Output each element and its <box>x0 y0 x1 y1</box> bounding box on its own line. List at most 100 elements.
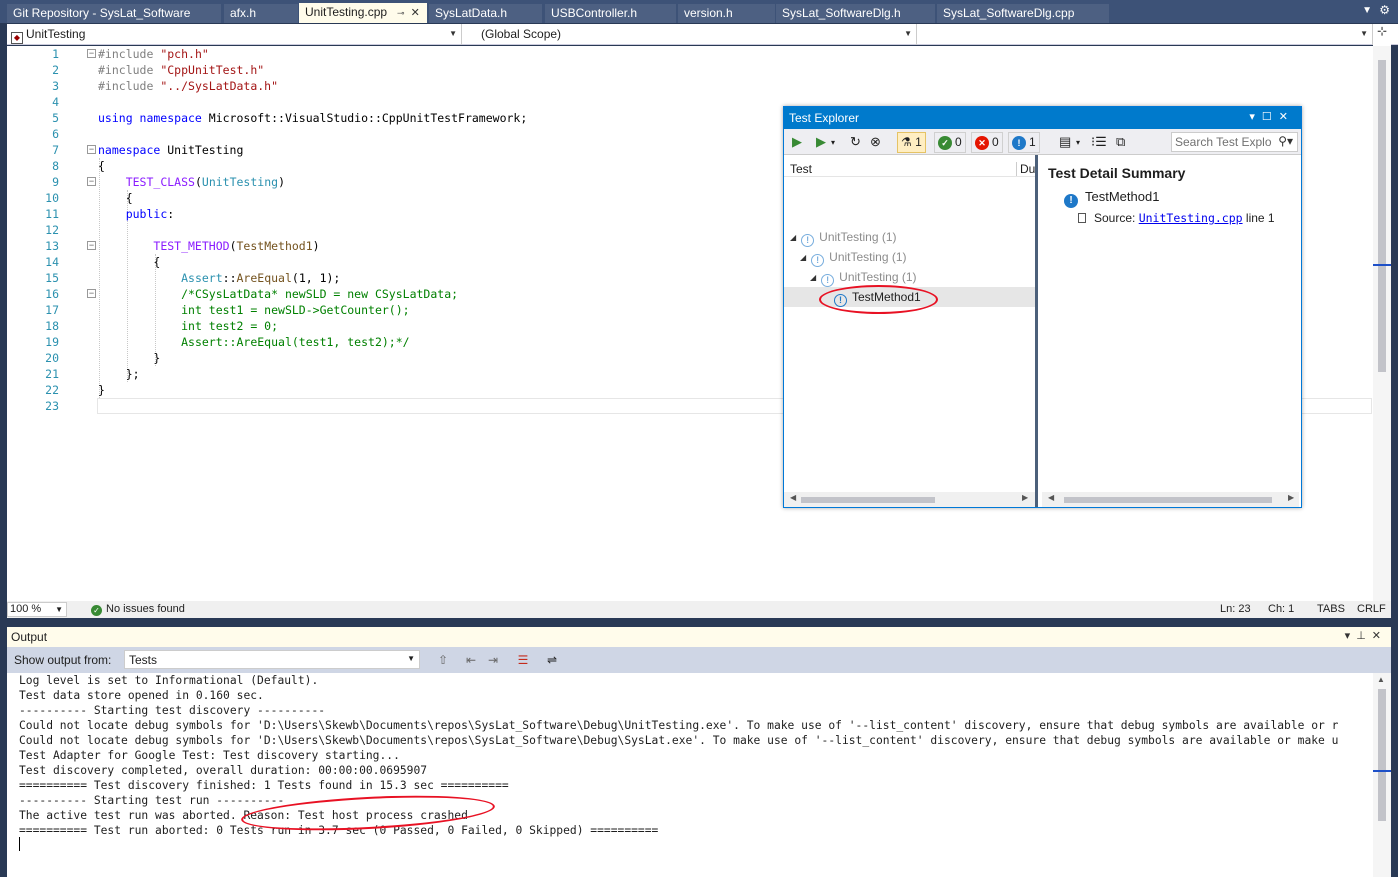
collapse-icon[interactable]: − <box>87 145 96 154</box>
output-vertical-scrollbar[interactable]: ▲ <box>1373 673 1391 877</box>
expand-triangle-icon[interactable]: ◢ <box>800 253 806 262</box>
zoom-dropdown[interactable]: 100 % ▼ <box>7 602 67 617</box>
tab-list-dropdown-icon[interactable]: ▼ <box>1362 5 1372 16</box>
code-line: public: <box>125 207 175 221</box>
playlist-icon[interactable]: ▤ <box>1059 134 1071 150</box>
next-message-icon[interactable]: ⇥ <box>485 652 501 668</box>
line-number: 9 <box>52 175 59 189</box>
expand-triangle-icon[interactable]: ◢ <box>790 233 796 242</box>
repeat-last-run-icon[interactable]: ↻ <box>850 134 861 150</box>
column-indicator[interactable]: Ch: 1 <box>1268 603 1294 615</box>
caret-position-marker <box>1373 264 1391 266</box>
expand-triangle-icon[interactable]: ◢ <box>810 273 816 282</box>
output-line: Log level is set to Informational (Defau… <box>19 674 319 687</box>
output-toolbar: Show output from: Tests ▼ ⇧ ⇤ ⇥ ☰ ⇌ <box>7 647 1391 673</box>
detail-horizontal-scrollbar[interactable]: ◀ ▶ <box>1042 492 1299 507</box>
tab-afx-h[interactable]: afx.h <box>224 4 298 23</box>
collapse-icon[interactable]: − <box>87 177 96 186</box>
line-number: 10 <box>45 191 59 205</box>
panel-dropdown-icon[interactable]: ▾ <box>1345 630 1357 642</box>
test-explorer-titlebar[interactable]: Test Explorer ▾☐✕ <box>784 107 1301 129</box>
line-number: 16 <box>45 287 59 301</box>
tree-label: UnitTesting (1) <box>829 250 907 264</box>
tree-node-class[interactable]: ◢! UnitTesting (1) <box>810 267 917 287</box>
run-icon[interactable]: ▶ <box>816 134 826 150</box>
test-detail-source: Source: UnitTesting.cpp line 1 <box>1078 211 1275 225</box>
tab-unittesting-cpp[interactable]: UnitTesting.cpp ⊸ ✕ <box>299 3 427 23</box>
output-text-area[interactable]: Log level is set to Informational (Defau… <box>7 673 1373 877</box>
scrollbar-thumb[interactable] <box>1064 497 1272 503</box>
total-tests-filter[interactable]: ⚗ 1 <box>897 132 926 153</box>
output-line: ========== Test discovery finished: 1 Te… <box>19 779 509 792</box>
tab-label: SysLatData.h <box>435 6 508 20</box>
line-number: 20 <box>45 351 59 365</box>
source-file-link[interactable]: UnitTesting.cpp <box>1139 211 1243 225</box>
word-wrap-icon[interactable]: ⇌ <box>544 652 560 668</box>
show-output-from-label: Show output from: <box>14 653 112 667</box>
run-all-icon[interactable]: ▶ <box>792 134 802 150</box>
gear-icon[interactable]: ⚙ <box>1379 3 1390 17</box>
failed-tests-filter[interactable]: ✕ 0 <box>971 132 1003 153</box>
cancel-icon[interactable]: ⊗ <box>870 134 881 150</box>
tabs-indicator[interactable]: TABS <box>1317 603 1345 615</box>
scrollbar-thumb[interactable] <box>801 497 935 503</box>
test-tree-horizontal-scrollbar[interactable]: ◀ ▶ <box>784 492 1035 507</box>
window-menu-icon[interactable]: ▾ <box>1249 111 1262 123</box>
code-line: #include "../SysLatData.h" <box>98 79 279 93</box>
find-message-in-code-icon[interactable]: ⇧ <box>435 652 451 668</box>
scrollbar-thumb[interactable] <box>1378 60 1386 372</box>
not-run-tests-filter[interactable]: ! 1 <box>1008 132 1040 153</box>
tab-version-h[interactable]: version.h <box>678 4 775 23</box>
collapse-icon[interactable]: − <box>87 241 96 250</box>
tab-syslat-softwaredlg-cpp[interactable]: SysLat_SoftwareDlg.cpp <box>937 4 1109 23</box>
previous-message-icon[interactable]: ⇤ <box>463 652 479 668</box>
line-number: 15 <box>45 271 59 285</box>
scroll-left-icon[interactable]: ◀ <box>790 493 796 502</box>
tab-git-repository[interactable]: Git Repository - SysLat_Software <box>7 4 221 23</box>
clear-all-icon[interactable]: ☰ <box>515 652 531 668</box>
passed-tests-filter[interactable]: ✓ 0 <box>934 132 966 153</box>
maximize-icon[interactable]: ☐ <box>1262 111 1279 123</box>
editor-vertical-scrollbar[interactable] <box>1373 46 1391 601</box>
member-dropdown[interactable]: ▼ <box>918 24 1373 45</box>
tab-syslatdata-h[interactable]: SysLatData.h <box>429 4 542 23</box>
scroll-up-icon[interactable]: ▲ <box>1377 675 1385 684</box>
pin-icon[interactable]: ⊥ <box>1356 630 1372 642</box>
collapse-icon[interactable]: − <box>87 49 96 58</box>
output-source-dropdown[interactable]: Tests ▼ <box>124 650 420 669</box>
collapse-all-icon[interactable]: ⧉ <box>1116 134 1125 150</box>
scroll-left-icon[interactable]: ◀ <box>1048 493 1054 502</box>
pin-icon[interactable]: ⊸ <box>397 8 405 18</box>
tree-node-project[interactable]: ◢! UnitTesting (1) <box>790 227 897 247</box>
search-icon[interactable]: ⚲▾ <box>1278 134 1293 148</box>
test-detail-name: ! TestMethod1 <box>1064 189 1159 208</box>
output-line: Test Adapter for Google Test: Test disco… <box>19 749 400 762</box>
group-by-icon[interactable]: ⁝☰ <box>1091 134 1107 150</box>
close-icon[interactable]: ✕ <box>1279 111 1295 123</box>
test-search-input[interactable]: Search Test Explo ⚲▾ <box>1171 132 1298 152</box>
tab-syslat-softwaredlg-h[interactable]: SysLat_SoftwareDlg.h <box>776 4 935 23</box>
close-icon[interactable]: ✕ <box>1372 630 1387 642</box>
collapse-icon[interactable]: − <box>87 289 96 298</box>
split-window-icon[interactable]: ⊹ <box>1373 24 1391 46</box>
project-dropdown[interactable]: ◆ UnitTesting ▼ <box>7 24 462 45</box>
scroll-right-icon[interactable]: ▶ <box>1288 493 1294 502</box>
scroll-right-icon[interactable]: ▶ <box>1022 493 1028 502</box>
issues-indicator[interactable]: ✓ No issues found <box>91 603 185 616</box>
line-indicator[interactable]: Ln: 23 <box>1220 603 1251 615</box>
tab-usbcontroller-h[interactable]: USBController.h <box>545 4 676 23</box>
exclamation-circle-icon: ! <box>1012 136 1026 150</box>
chevron-down-icon[interactable]: ▾ <box>831 138 835 147</box>
column-test[interactable]: Test <box>790 162 812 176</box>
chevron-down-icon[interactable]: ▾ <box>1076 138 1080 147</box>
editor-status-bar: 100 % ▼ ✓ No issues found Ln: 23 Ch: 1 TAB… <box>7 601 1391 618</box>
tab-label: UnitTesting.cpp <box>305 5 388 19</box>
line-number-gutter: 1 2 3 4 5 6 7 8 9 10 11 12 13 14 15 16 1… <box>7 46 59 601</box>
column-duration[interactable]: Du <box>1016 162 1035 176</box>
tree-node-namespace[interactable]: ◢! UnitTesting (1) <box>800 247 907 267</box>
scope-dropdown[interactable]: (Global Scope) ▼ <box>477 24 917 45</box>
line-ending-indicator[interactable]: CRLF <box>1357 603 1386 615</box>
close-icon[interactable]: ✕ <box>411 7 420 19</box>
code-line: { <box>98 255 161 269</box>
scrollbar-thumb[interactable] <box>1378 689 1386 821</box>
